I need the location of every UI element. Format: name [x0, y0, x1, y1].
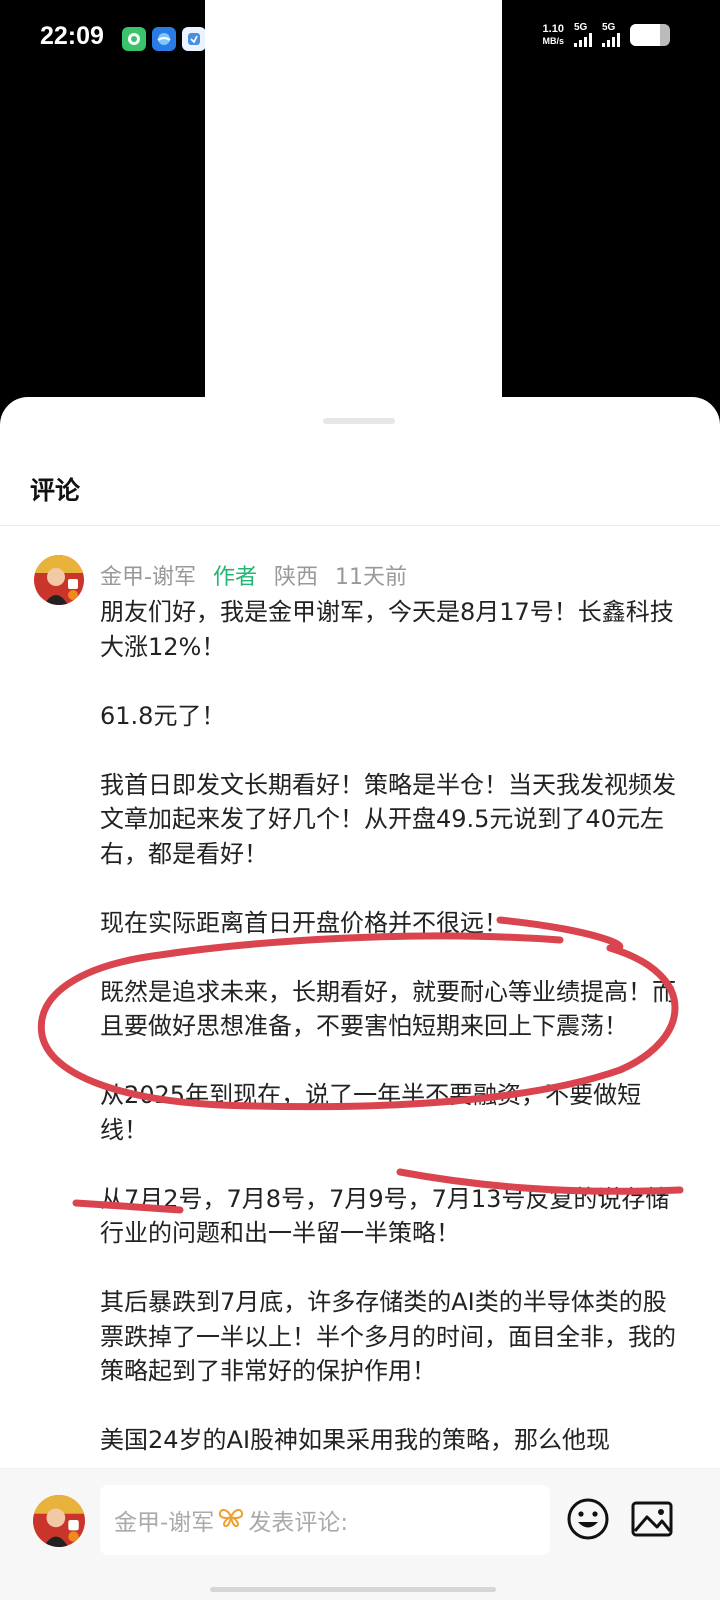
comment-paragraph: 美国24岁的AI股神如果采用我的策略，那么他现	[100, 1426, 611, 1454]
chat-bubble-icon	[122, 27, 146, 51]
comment-paragraph: 其后暴跌到7月底，许多存储类的AI类的半导体类的股票跌掉了一半以上！半个多月的时…	[100, 1288, 676, 1385]
network-speed-value: 1.10	[542, 22, 564, 35]
note-app-icon	[182, 27, 206, 51]
network-speed: 1.10 MB/s	[542, 23, 564, 47]
video-preview[interactable]	[205, 0, 502, 420]
comment-paragraph: 从2025年到现在，说了一年半不要融资，不要做短线！	[100, 1081, 642, 1144]
battery-fill	[630, 23, 660, 46]
comment-meta: 金甲-谢军 作者 陕西 11天前	[100, 559, 417, 591]
status-time: 22:09	[40, 22, 104, 50]
comment-paragraph: 现在实际距离首日开盘价格并不很远！	[100, 908, 508, 937]
drag-handle[interactable]	[323, 418, 395, 424]
sheet-title: 评论	[30, 476, 81, 505]
home-indicator[interactable]	[210, 1587, 496, 1592]
comment-paragraph: 我首日即发文长期看好！策略是半仓！当天我发视频发文章加起来发了好几个！从开盘49…	[100, 770, 676, 868]
image-icon	[631, 1501, 673, 1537]
input-user-name: 金甲-谢军	[114, 1510, 215, 1536]
comment-sheet: 评论 金甲-谢军 作者 陕西 11天前 朋友们好，我是金甲谢军，今天是8月17号…	[0, 397, 720, 1600]
network-speed-unit: MB/s	[542, 35, 564, 46]
my-avatar[interactable]	[33, 1495, 85, 1547]
input-placeholder: 发表评论:	[248, 1510, 349, 1536]
butterfly-icon	[218, 1507, 244, 1533]
comment-paragraph: 61.8元了！	[100, 701, 226, 730]
comment-input-bar: 金甲-谢军 发表评论:	[0, 1468, 720, 1600]
comment-location: 陕西	[273, 565, 318, 590]
author-badge: 作者	[212, 565, 257, 590]
comment-paragraph: 既然是追求未来，长期看好，就要耐心等业绩提高！而且要做好思想准备，不要害怕短期来…	[100, 977, 676, 1041]
battery-icon	[630, 23, 670, 46]
smiley-icon	[567, 1498, 609, 1540]
image-button[interactable]	[630, 1499, 674, 1539]
author-name[interactable]: 金甲-谢军	[100, 565, 196, 590]
signal-label: 5G	[602, 22, 616, 33]
signal-icon: 5G	[574, 22, 592, 47]
blue-app-icon	[152, 27, 176, 51]
status-indicators: 1.10 MB/s 5G 5G	[542, 22, 670, 47]
signal-icon: 5G	[602, 22, 620, 47]
emoji-button[interactable]	[566, 1497, 610, 1541]
comment-input[interactable]: 金甲-谢军 发表评论:	[100, 1485, 550, 1555]
comment-text: 朋友们好，我是金甲谢军，今天是8月17号！长鑫科技大涨12%！ 61.8元了！ …	[100, 595, 685, 1492]
signal-label: 5G	[574, 22, 588, 33]
avatar[interactable]	[34, 555, 84, 605]
comment-paragraph: 朋友们好，我是金甲谢军，今天是8月17号！长鑫科技大涨12%！	[100, 598, 674, 661]
comment-time: 11天前	[334, 565, 407, 590]
comment-paragraph: 从7月2号，7月8号，7月9号，7月13号反复的说存储行业的问题和出一半留一半策…	[100, 1184, 670, 1248]
divider	[0, 525, 720, 526]
